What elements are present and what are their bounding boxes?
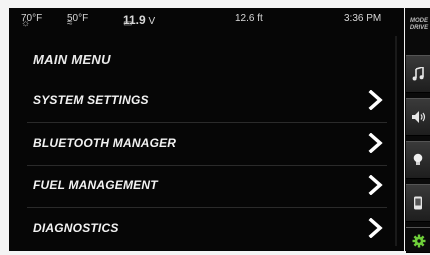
phone-button[interactable] — [406, 184, 430, 222]
menu-item-fuel-management[interactable]: FUEL MANAGEMENT — [9, 165, 404, 205]
battery-readout: ▭ 11.9 V — [123, 13, 156, 29]
cabin-temp-readout: ☼ 70°F — [21, 13, 43, 29]
status-bar: ☼ 70°F ≈50°F ▭ 11.9 V 12.6 ft 3:36 PM — [9, 8, 404, 29]
chevron-right-icon — [368, 133, 383, 153]
chevron-right-icon — [368, 218, 383, 238]
side-button-bar: MODE DRIVE — [405, 8, 430, 253]
menu-item-label: DIAGNOSTICS — [33, 221, 119, 235]
gear-icon — [412, 234, 426, 248]
page-title: MAIN MENU — [33, 52, 111, 67]
menu-item-bluetooth-manager[interactable]: BLUETOOTH MANAGER — [9, 123, 404, 163]
light-bulb-icon — [413, 153, 423, 165]
scrollbar-track[interactable] — [395, 36, 397, 246]
phone-icon — [414, 196, 422, 210]
depth-readout: 12.6 ft — [235, 13, 263, 24]
menu-item-label: FUEL MANAGEMENT — [33, 178, 158, 192]
settings-button[interactable] — [406, 227, 430, 253]
chevron-right-icon — [368, 175, 383, 195]
water-temp-icon: ≈ — [67, 18, 73, 29]
speaker-icon — [412, 111, 426, 123]
mode-drive-button[interactable]: MODE DRIVE — [406, 8, 430, 48]
battery-icon: ▭ — [123, 18, 133, 29]
music-note-icon — [412, 67, 424, 81]
audio-button[interactable] — [406, 98, 430, 136]
menu-item-label: BLUETOOTH MANAGER — [33, 136, 177, 150]
chevron-right-icon — [368, 90, 383, 110]
clock: 3:36 PM — [344, 13, 382, 24]
lights-button[interactable] — [406, 141, 430, 179]
menu-item-system-settings[interactable]: SYSTEM SETTINGS — [9, 80, 404, 120]
menu-item-label: SYSTEM SETTINGS — [33, 93, 149, 107]
menu-item-diagnostics[interactable]: DIAGNOSTICS — [9, 208, 404, 248]
sun-cloud-icon: ☼ — [21, 18, 31, 29]
music-button[interactable] — [406, 55, 430, 93]
water-temp-readout: ≈50°F — [67, 13, 89, 29]
main-menu-screen: ☼ 70°F ≈50°F ▭ 11.9 V 12.6 ft 3:36 PM MAIN… — [9, 8, 404, 251]
